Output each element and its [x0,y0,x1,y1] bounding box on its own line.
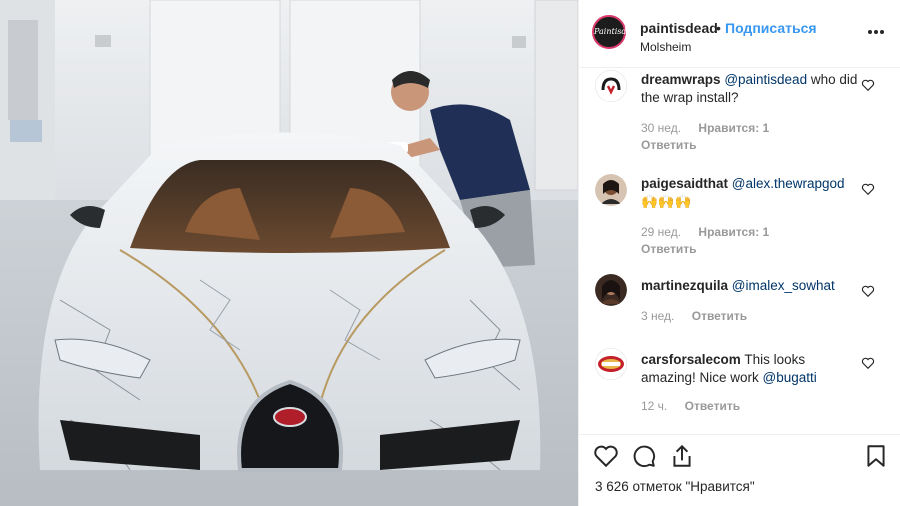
comment-time[interactable]: 29 нед. [641,225,681,239]
more-icon[interactable] [867,22,885,40]
follow-button[interactable]: Подписаться [725,20,817,36]
comment-username[interactable]: martinezquila [641,278,728,293]
comment-avatar[interactable] [595,174,627,206]
comment-heart-icon[interactable] [861,356,875,370]
comment-body: 🙌🙌🙌 [641,194,692,209]
comment-text: carsforsalecom This looks amazing! Nice … [641,351,863,387]
author-avatar[interactable]: Paintisdead [592,15,642,49]
post-location[interactable]: Molsheim [640,40,691,54]
comment-icon[interactable] [631,443,657,469]
comment-meta: 3 нед. Ответить [641,309,761,323]
comment-heart-icon[interactable] [861,284,875,298]
reply-button[interactable]: Ответить [641,242,696,256]
comment-avatar[interactable] [595,274,627,306]
comment-username[interactable]: dreamwraps [641,72,721,87]
share-icon[interactable] [669,443,695,469]
bookmark-icon[interactable] [863,443,889,469]
comment-meta: 29 нед. Нравится: 1 [641,225,783,239]
comment-meta: 30 нед. Нравится: 1 [641,121,783,135]
author-username[interactable]: paintisdead [640,20,718,36]
comment-username[interactable]: carsforsalecom [641,352,741,367]
comment-avatar[interactable] [595,348,627,380]
avatar-logo-text: Paintisdead [594,27,642,36]
post-header: Paintisdead paintisdead • Подписаться Mo… [579,0,900,68]
comment-likes[interactable]: Нравится: 1 [698,121,769,135]
comment-text: paigesaidthat @alex.thewrapgod 🙌🙌🙌 [641,175,863,211]
comment-likes[interactable]: Нравится: 1 [698,225,769,239]
comments-list[interactable]: dreamwraps @paintisdead who did the wrap… [579,68,900,434]
likes-count[interactable]: 3 626 отметок "Нравится" [595,479,755,494]
comment-username[interactable]: paigesaidthat [641,176,728,191]
post-side-panel: Paintisdead paintisdead • Подписаться Mo… [578,0,900,506]
comment-text: dreamwraps @paintisdead who did the wrap… [641,71,863,107]
comment-mention[interactable]: @imalex_sowhat [732,278,835,293]
comment-meta: 12 ч. Ответить [641,399,754,413]
comment-heart-icon[interactable] [861,182,875,196]
post-photo[interactable] [0,0,578,506]
comment-mention[interactable]: @paintisdead [724,72,807,87]
comment-text: martinezquila @imalex_sowhat [641,277,863,295]
comment-time[interactable]: 12 ч. [641,399,667,413]
reply-button[interactable]: Ответить [641,138,696,152]
car-photo-illustration [0,0,578,506]
comment-time[interactable]: 3 нед. [641,309,674,323]
heart-icon[interactable] [593,443,619,469]
comment-reply-inline[interactable]: Ответить [685,399,740,413]
post-actions-bar: 3 626 отметок "Нравится" [579,434,900,506]
comment-reply-inline[interactable]: Ответить [692,309,747,323]
comment-time[interactable]: 30 нед. [641,121,681,135]
header-separator: • [716,20,721,36]
comment-heart-icon[interactable] [861,78,875,92]
comment-avatar[interactable] [595,70,627,102]
comment-mention[interactable]: @alex.thewrapgod [732,176,845,191]
comment-mention[interactable]: @bugatti [763,370,817,385]
